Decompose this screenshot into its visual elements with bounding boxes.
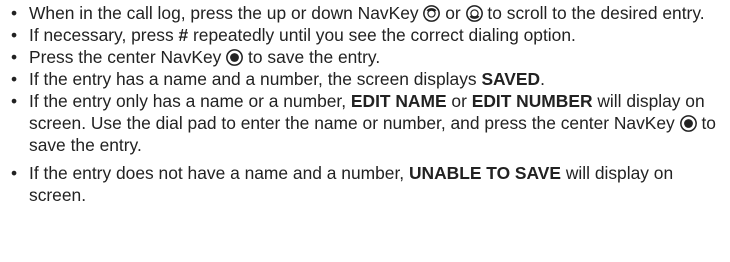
list-item: • When in the call log, press the up or … (10, 3, 705, 23)
list-item: • If the entry only has a name or a numb… (10, 91, 716, 155)
bullet-icon: • (10, 25, 18, 45)
list-item: • If the entry does not have a name and … (10, 163, 674, 205)
list-item: • If necessary, press # repeatedly until… (10, 25, 576, 45)
bullet-icon: • (10, 47, 18, 67)
screen-text-saved: SAVED (481, 69, 541, 89)
navkey-up-icon (423, 5, 441, 22)
navkey-down-icon (465, 5, 483, 22)
bullet-icon: • (10, 69, 18, 89)
instruction-list: • When in the call log, press the up or … (0, 2, 726, 206)
screen-text-edit-number: EDIT NUMBER (471, 91, 593, 111)
navkey-center-icon (679, 115, 697, 132)
bullet-icon: • (10, 91, 18, 111)
instruction-page: • When in the call log, press the up or … (0, 0, 730, 262)
bullet-icon: • (10, 163, 18, 183)
bullet-icon: • (10, 3, 18, 23)
list-item: • Press the center NavKey to save the en… (10, 47, 381, 67)
screen-text-edit-name: EDIT NAME (350, 91, 447, 111)
navkey-center-icon (226, 49, 244, 66)
hash-key-label: # (178, 25, 189, 45)
list-item: • If the entry has a name and a number, … (10, 69, 545, 89)
screen-text-unable-to-save: UNABLE TO SAVE (408, 163, 561, 183)
